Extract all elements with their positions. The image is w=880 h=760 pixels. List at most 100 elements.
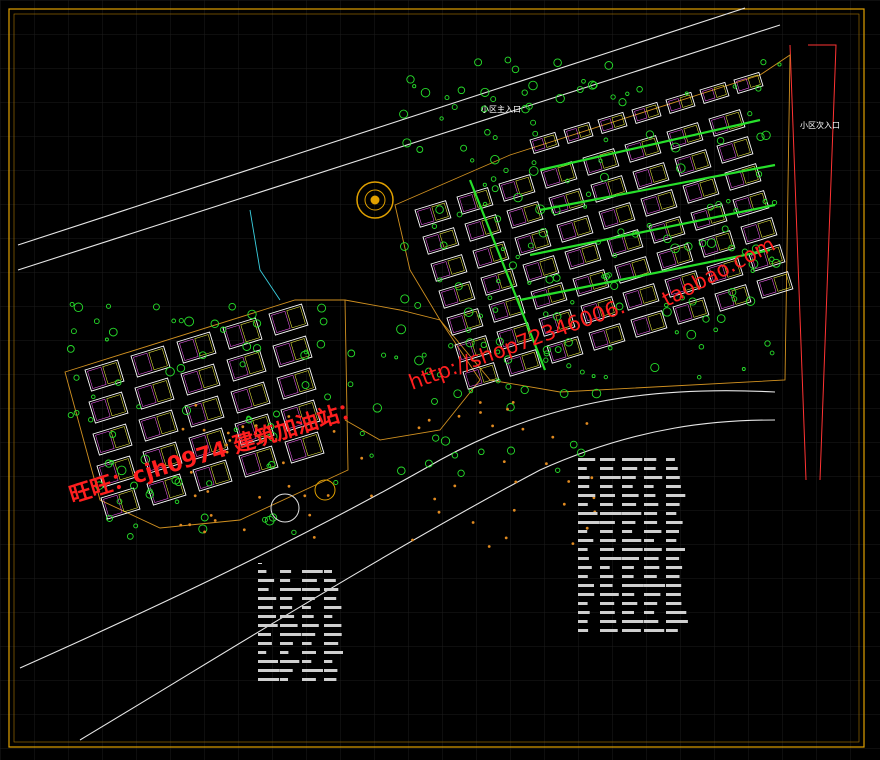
table-text-line	[666, 557, 680, 560]
shrub-symbol	[411, 538, 414, 542]
table-text-line	[302, 588, 320, 591]
table-text-line	[280, 570, 292, 573]
table-text-line	[666, 611, 687, 614]
table-text-line	[258, 579, 275, 582]
table-text-line	[578, 503, 588, 506]
shrub-symbol	[585, 422, 589, 425]
table-text-line	[258, 570, 267, 573]
shrub-symbol	[521, 427, 525, 431]
table-text-line	[644, 539, 654, 542]
table-text-line	[578, 512, 598, 515]
shrub-symbol	[487, 545, 491, 548]
table-text-line	[666, 575, 680, 578]
table-text-line	[578, 584, 594, 587]
main-entrance-label: 小区主入口	[481, 104, 521, 114]
table-text-line	[258, 606, 273, 609]
shrub-symbol	[491, 424, 494, 428]
shrub-symbol	[194, 403, 198, 407]
table-text-line	[280, 642, 293, 645]
table-text-line	[258, 633, 271, 636]
shrub-symbol	[479, 411, 482, 414]
table-text-line	[302, 606, 311, 609]
table-text-line	[302, 660, 312, 663]
table-text-line	[644, 476, 663, 479]
table-text-line	[600, 620, 617, 623]
table-text-line	[600, 503, 613, 506]
table-text-line	[644, 584, 666, 587]
shrub-symbol	[241, 425, 245, 429]
table-text-line	[644, 503, 659, 506]
site-plan-drawing: 小区主入口 小区次入口 旺旺：cjh0974 建筑加油站： http://sho…	[0, 0, 880, 760]
shrub-symbol	[502, 460, 506, 463]
shrub-symbol	[287, 484, 291, 488]
table-text-line	[280, 633, 302, 636]
table-text-line	[324, 615, 333, 618]
table-text-line	[600, 548, 614, 551]
table-text-line	[600, 539, 616, 542]
table-text-line	[280, 624, 298, 627]
table-text-line	[280, 669, 293, 672]
table-text-line	[600, 485, 613, 488]
table-text-line	[622, 494, 639, 497]
table-text-line	[324, 660, 333, 663]
table-text-line	[666, 548, 685, 551]
table-text-line	[578, 467, 587, 470]
shrub-symbol	[562, 502, 566, 506]
table-text-line	[578, 539, 594, 542]
table-text-line	[280, 588, 302, 591]
table-text-line	[622, 485, 633, 488]
table-text-line	[622, 458, 643, 461]
table-text-line	[644, 611, 655, 614]
table-text-line	[258, 597, 277, 600]
table-text-line	[622, 512, 642, 515]
table-text-line	[578, 494, 596, 497]
table-text-line	[258, 651, 267, 654]
table-text-line	[600, 512, 622, 515]
table-text-line	[324, 678, 337, 681]
shrub-symbol	[242, 528, 246, 532]
shrub-symbol	[258, 495, 261, 499]
table-text-line	[280, 615, 295, 618]
shrub-symbol	[303, 494, 307, 498]
shrub-symbol	[551, 435, 555, 439]
table-text-line	[644, 602, 658, 605]
table-text-line	[600, 476, 621, 479]
table-text-line	[302, 678, 316, 681]
table-text-line	[644, 521, 658, 524]
table-text-line	[280, 660, 300, 663]
table-text-line	[324, 669, 338, 672]
table-text-line	[622, 611, 634, 614]
table-text-line	[324, 588, 339, 591]
shrub-symbol	[332, 430, 336, 433]
table-text-line	[666, 494, 686, 497]
shrub-symbol	[433, 497, 437, 501]
table-text-line	[258, 588, 269, 591]
table-text-line	[644, 620, 659, 623]
table-text-line	[622, 557, 639, 560]
shrub-symbol	[179, 523, 183, 527]
shrub-symbol	[360, 456, 364, 460]
table-text-line	[622, 521, 636, 524]
table-text-line	[622, 539, 642, 542]
table-text-line	[280, 606, 293, 609]
shrub-symbol	[202, 428, 206, 432]
table-text-line	[622, 566, 634, 569]
shrub-symbol	[282, 461, 285, 465]
table-text-line	[280, 678, 288, 681]
table-text-line	[644, 566, 660, 569]
shrub-symbol	[312, 536, 316, 539]
table-text-line	[302, 642, 312, 645]
shrub-symbol	[453, 484, 457, 488]
table-text-line	[302, 570, 323, 573]
table-text-line	[324, 579, 336, 582]
table-text-line	[324, 642, 339, 645]
table-text-line	[622, 476, 636, 479]
table-text-line	[666, 485, 681, 488]
table-text-line	[600, 575, 614, 578]
table-text-line	[578, 548, 588, 551]
table-text-line	[578, 620, 588, 623]
table-text-line	[622, 629, 641, 632]
table-text-line	[600, 584, 613, 587]
table-text-line	[302, 579, 317, 582]
shrub-symbol	[590, 476, 594, 480]
